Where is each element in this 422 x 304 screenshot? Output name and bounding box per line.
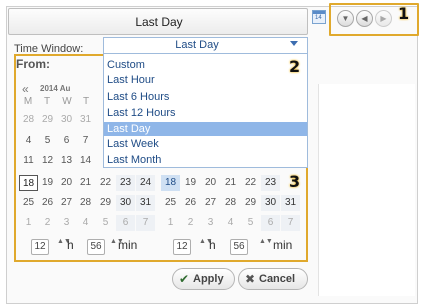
- day-cell[interactable]: 26: [38, 195, 57, 211]
- selected-day-cell[interactable]: 18: [161, 175, 180, 191]
- day-cell[interactable]: 21: [221, 175, 240, 191]
- day-cell[interactable]: 30: [116, 195, 135, 211]
- day-cell[interactable]: 23: [261, 175, 280, 191]
- day-cell[interactable]: 29: [96, 195, 115, 211]
- day-name: T: [43, 96, 51, 107]
- day-cell[interactable]: 13: [57, 153, 76, 169]
- option-last-month[interactable]: Last Month: [104, 153, 307, 167]
- month-label: 2014 Au: [40, 84, 71, 93]
- day-cell[interactable]: 20: [57, 175, 76, 191]
- day-cell[interactable]: 27: [201, 195, 220, 211]
- day-cell[interactable]: 27: [57, 195, 76, 211]
- day-cell[interactable]: 6: [116, 215, 135, 231]
- day-cell[interactable]: 22: [241, 175, 260, 191]
- to-hour-stepper[interactable]: ▲▼: [199, 238, 213, 253]
- calendar-icon-label: 14: [315, 15, 322, 21]
- min-unit: min: [118, 238, 138, 252]
- to-hour-input[interactable]: 12: [173, 239, 191, 255]
- calendar-icon[interactable]: 14: [312, 10, 326, 24]
- day-cell[interactable]: 12: [38, 153, 57, 169]
- to-min-input[interactable]: 56: [230, 239, 248, 255]
- day-cell[interactable]: 5: [38, 133, 57, 149]
- day-cell[interactable]: 20: [201, 175, 220, 191]
- option-last-week[interactable]: Last Week: [104, 137, 307, 151]
- day-cell[interactable]: 2: [181, 215, 200, 231]
- day-cell[interactable]: 7: [136, 215, 155, 231]
- day-cell[interactable]: 5: [96, 215, 115, 231]
- day-name: W: [62, 96, 72, 107]
- from-label: From:: [16, 57, 50, 71]
- option-last-6-hours[interactable]: Last 6 Hours: [104, 90, 307, 104]
- day-cell[interactable]: 31: [281, 195, 300, 211]
- day-cell[interactable]: 3: [57, 215, 76, 231]
- apply-button[interactable]: ✔ Apply: [172, 268, 235, 290]
- apply-button-label: Apply: [193, 273, 224, 285]
- day-cell[interactable]: 23: [116, 175, 135, 191]
- day-name: T: [82, 96, 90, 107]
- day-cell[interactable]: 7: [76, 133, 95, 149]
- from-min-stepper[interactable]: ▲▼: [110, 238, 124, 253]
- day-cell[interactable]: 28: [76, 195, 95, 211]
- hour-unit: h: [67, 238, 74, 252]
- dropdown-icon[interactable]: ▼: [337, 10, 354, 27]
- min-unit: min: [273, 238, 293, 252]
- day-cell[interactable]: 2: [38, 215, 57, 231]
- callout-badge-1: 1: [398, 4, 410, 23]
- option-custom[interactable]: Custom: [104, 58, 307, 72]
- option-last-day[interactable]: Last Day: [104, 122, 307, 136]
- day-cell[interactable]: 11: [19, 153, 38, 169]
- to-min-stepper[interactable]: ▲▼: [259, 238, 273, 253]
- callout-badge-3: 3: [289, 172, 301, 191]
- option-last-12-hours[interactable]: Last 12 Hours: [104, 106, 307, 120]
- day-cell[interactable]: 31: [136, 195, 155, 211]
- day-cell[interactable]: 31: [76, 112, 95, 128]
- callout-badge-2: 2: [289, 57, 301, 76]
- day-cell[interactable]: 25: [161, 195, 180, 211]
- prev-month-icon[interactable]: «: [22, 82, 29, 96]
- day-cell[interactable]: 19: [38, 175, 57, 191]
- day-cell[interactable]: 22: [96, 175, 115, 191]
- cancel-button-label: Cancel: [259, 273, 296, 285]
- day-cell[interactable]: 14: [76, 153, 95, 169]
- from-min-input[interactable]: 56: [87, 239, 105, 255]
- day-cell[interactable]: 28: [19, 112, 38, 128]
- day-name: M: [23, 96, 33, 107]
- day-cell[interactable]: 29: [38, 112, 57, 128]
- time-window-header[interactable]: Last Day: [8, 8, 308, 35]
- day-cell[interactable]: 6: [57, 133, 76, 149]
- hour-unit: h: [209, 238, 216, 252]
- today-cell[interactable]: 18: [19, 175, 38, 191]
- right-panel: [318, 84, 415, 296]
- day-cell[interactable]: 21: [76, 175, 95, 191]
- cancel-button[interactable]: ✖ Cancel: [238, 268, 308, 290]
- day-cell[interactable]: 4: [221, 215, 240, 231]
- header-title: Last Day: [135, 15, 183, 29]
- day-cell[interactable]: 28: [221, 195, 240, 211]
- day-cell[interactable]: 3: [201, 215, 220, 231]
- next-icon[interactable]: ▶: [375, 10, 392, 27]
- prev-icon[interactable]: ◀: [356, 10, 373, 27]
- chevron-down-icon[interactable]: [290, 41, 298, 46]
- day-cell[interactable]: 29: [241, 195, 260, 211]
- day-cell[interactable]: 7: [281, 215, 300, 231]
- from-hour-input[interactable]: 12: [31, 239, 49, 255]
- day-cell[interactable]: 24: [136, 175, 155, 191]
- day-cell[interactable]: 6: [261, 215, 280, 231]
- option-last-hour[interactable]: Last Hour: [104, 73, 307, 87]
- day-cell[interactable]: 19: [181, 175, 200, 191]
- day-cell[interactable]: 30: [261, 195, 280, 211]
- check-icon: ✔: [179, 272, 190, 286]
- day-cell[interactable]: 1: [161, 215, 180, 231]
- day-cell[interactable]: 1: [19, 215, 38, 231]
- day-cell[interactable]: 5: [241, 215, 260, 231]
- day-cell[interactable]: 25: [19, 195, 38, 211]
- day-cell[interactable]: 30: [57, 112, 76, 128]
- day-cell[interactable]: 4: [76, 215, 95, 231]
- close-icon: ✖: [245, 272, 256, 286]
- day-cell[interactable]: 26: [181, 195, 200, 211]
- day-cell[interactable]: 4: [19, 133, 38, 149]
- time-window-value[interactable]: Last Day: [103, 37, 291, 54]
- from-hour-stepper[interactable]: ▲▼: [57, 238, 71, 253]
